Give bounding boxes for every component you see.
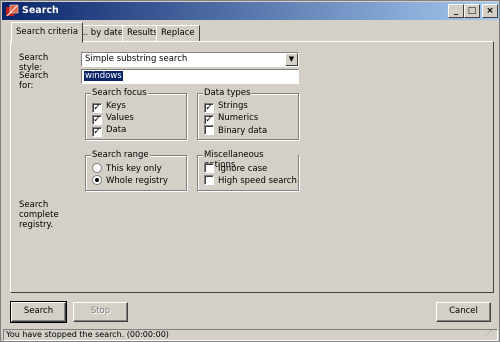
tab-replace[interactable]: Replace [156,25,200,42]
chevron-down-icon[interactable]: ▼ [285,53,298,66]
search-input-value: windows [84,71,123,81]
search-style-label: Search style: [19,53,49,73]
whole-registry-radio[interactable]: Whole registry [92,175,168,187]
maximize-icon[interactable]: □ [464,4,480,18]
high-speed-search-checkbox[interactable]: High speed search [204,175,297,187]
check-icon: ✓ [92,103,102,113]
search-focus-title: Search focus [91,88,148,98]
resize-grip-icon[interactable]: ⋰ [485,328,495,338]
close-icon[interactable]: × [482,4,498,18]
search-summary: Search complete registry. [19,200,59,230]
misc-options-group: Miscellaneous options Ignore case High s… [197,150,299,191]
data-checkbox[interactable]: ✓ Data [92,125,126,137]
search-range-group: Search range This key only Whole registr… [85,150,187,191]
check-icon: ✓ [204,115,214,125]
search-input[interactable]: windows [81,69,299,84]
window-title: Search [22,5,59,16]
status-text: You have stopped the search. (00:00:00) [6,330,169,339]
search-style-select[interactable]: Simple substring search ▼ [81,52,299,67]
search-range-title: Search range [91,150,150,160]
title-bar[interactable]: Search _ □ × [2,2,499,20]
search-button[interactable]: Search [10,301,67,323]
check-icon: ✓ [92,115,102,125]
check-icon: ✓ [204,103,214,113]
binary-data-checkbox[interactable]: Binary data [204,125,267,137]
cancel-button[interactable]: Cancel [436,302,491,322]
data-types-title: Data types [203,88,252,98]
keys-checkbox[interactable]: ✓ Keys [92,101,126,113]
status-bar: You have stopped the search. (00:00:00) … [3,329,498,341]
minimize-icon[interactable]: _ [448,4,464,18]
numerics-checkbox[interactable]: ✓ Numerics [204,113,258,125]
values-checkbox[interactable]: ✓ Values [92,113,134,125]
check-icon: ✓ [92,127,102,137]
tab-search-criteria[interactable]: Search criteria [11,22,84,43]
search-style-value: Simple substring search [85,54,188,64]
search-window: Search _ □ × Search criteria ... by date… [0,0,500,342]
strings-checkbox[interactable]: ✓ Strings [204,101,248,113]
data-types-group: Data types ✓ Strings ✓ Numerics Binary dat… [197,88,299,140]
this-key-only-radio[interactable]: This key only [92,163,162,175]
registry-app-icon [6,4,19,17]
search-focus-group: Search focus ✓ Keys ✓ Values ✓ Data [85,88,187,140]
search-for-label: Search for: [19,71,49,91]
ignore-case-checkbox[interactable]: Ignore case [204,163,267,175]
stop-button[interactable]: Stop [73,302,128,322]
